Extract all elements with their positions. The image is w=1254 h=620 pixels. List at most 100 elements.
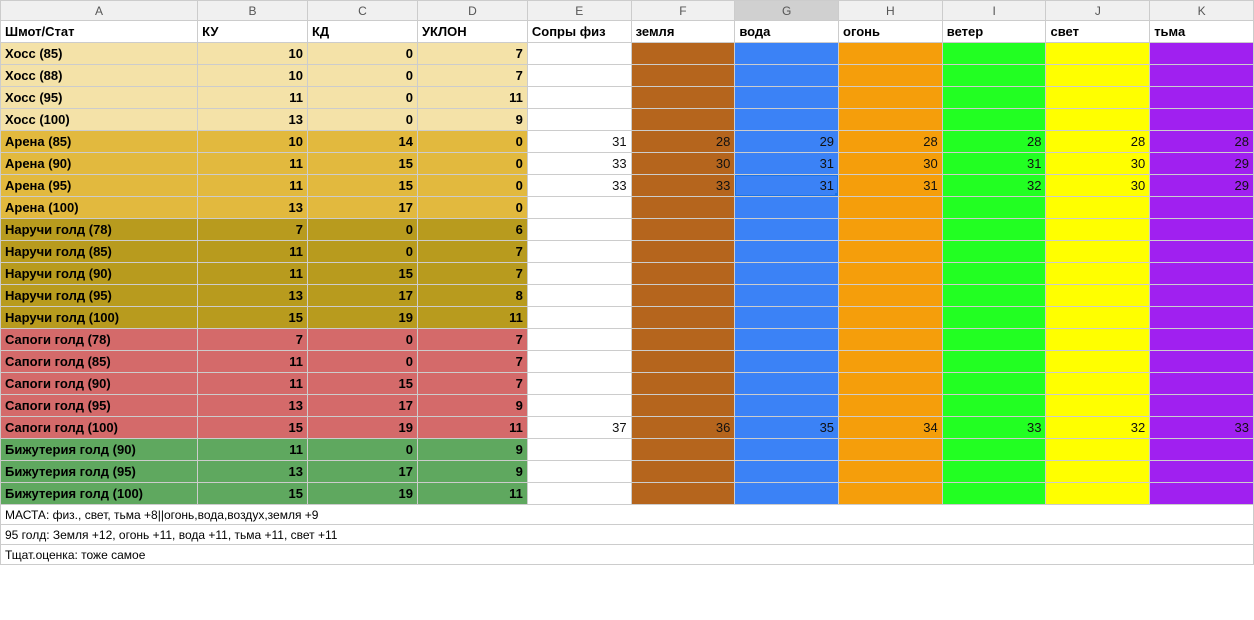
cell-J[interactable]: 30 bbox=[1046, 153, 1150, 175]
cell-E[interactable] bbox=[527, 329, 631, 351]
cell-A[interactable]: Арена (100) bbox=[1, 197, 198, 219]
cell-K[interactable]: 29 bbox=[1150, 153, 1254, 175]
cell-A[interactable]: Хосс (88) bbox=[1, 65, 198, 87]
cell-I[interactable] bbox=[942, 87, 1046, 109]
cell-G[interactable] bbox=[735, 241, 839, 263]
cell-H[interactable] bbox=[839, 461, 943, 483]
cell-I[interactable] bbox=[942, 263, 1046, 285]
cell-F[interactable] bbox=[631, 483, 735, 505]
cell-I[interactable] bbox=[942, 329, 1046, 351]
cell-D[interactable]: 7 bbox=[417, 329, 527, 351]
cell-G[interactable] bbox=[735, 87, 839, 109]
header-phys[interactable]: Сопры физ bbox=[527, 21, 631, 43]
cell-F[interactable] bbox=[631, 87, 735, 109]
cell-I[interactable] bbox=[942, 395, 1046, 417]
cell-F[interactable] bbox=[631, 395, 735, 417]
cell-D[interactable]: 0 bbox=[417, 175, 527, 197]
cell-C[interactable]: 0 bbox=[308, 43, 418, 65]
cell-E[interactable]: 31 bbox=[527, 131, 631, 153]
cell-B[interactable]: 13 bbox=[198, 197, 308, 219]
cell-F[interactable]: 30 bbox=[631, 153, 735, 175]
cell-F[interactable] bbox=[631, 461, 735, 483]
cell-G[interactable] bbox=[735, 373, 839, 395]
cell-F[interactable] bbox=[631, 351, 735, 373]
cell-E[interactable] bbox=[527, 263, 631, 285]
cell-C[interactable]: 19 bbox=[308, 483, 418, 505]
cell-A[interactable]: Наручи голд (95) bbox=[1, 285, 198, 307]
cell-H[interactable] bbox=[839, 285, 943, 307]
col-header-E[interactable]: E bbox=[527, 1, 631, 21]
cell-E[interactable] bbox=[527, 439, 631, 461]
cell-D[interactable]: 7 bbox=[417, 65, 527, 87]
cell-C[interactable]: 0 bbox=[308, 65, 418, 87]
cell-D[interactable]: 11 bbox=[417, 483, 527, 505]
cell-H[interactable] bbox=[839, 197, 943, 219]
cell-E[interactable] bbox=[527, 351, 631, 373]
cell-C[interactable]: 14 bbox=[308, 131, 418, 153]
col-header-C[interactable]: C bbox=[308, 1, 418, 21]
col-header-H[interactable]: H bbox=[839, 1, 943, 21]
cell-G[interactable] bbox=[735, 263, 839, 285]
cell-I[interactable] bbox=[942, 439, 1046, 461]
cell-K[interactable] bbox=[1150, 65, 1254, 87]
header-dark[interactable]: тьма bbox=[1150, 21, 1254, 43]
cell-H[interactable] bbox=[839, 351, 943, 373]
cell-B[interactable]: 15 bbox=[198, 307, 308, 329]
cell-E[interactable] bbox=[527, 307, 631, 329]
cell-E[interactable] bbox=[527, 285, 631, 307]
cell-D[interactable]: 11 bbox=[417, 87, 527, 109]
cell-K[interactable]: 29 bbox=[1150, 175, 1254, 197]
cell-J[interactable] bbox=[1046, 43, 1150, 65]
col-header-J[interactable]: J bbox=[1046, 1, 1150, 21]
cell-D[interactable]: 9 bbox=[417, 461, 527, 483]
cell-A[interactable]: Бижутерия голд (100) bbox=[1, 483, 198, 505]
cell-I[interactable] bbox=[942, 43, 1046, 65]
cell-A[interactable]: Наручи голд (85) bbox=[1, 241, 198, 263]
cell-F[interactable] bbox=[631, 329, 735, 351]
cell-J[interactable] bbox=[1046, 351, 1150, 373]
cell-A[interactable]: Сапоги голд (100) bbox=[1, 417, 198, 439]
note-cell[interactable]: Тщат.оценка: тоже самое bbox=[1, 545, 1254, 565]
cell-H[interactable] bbox=[839, 109, 943, 131]
cell-B[interactable]: 13 bbox=[198, 461, 308, 483]
cell-I[interactable] bbox=[942, 307, 1046, 329]
col-header-B[interactable]: B bbox=[198, 1, 308, 21]
cell-J[interactable] bbox=[1046, 285, 1150, 307]
cell-B[interactable]: 11 bbox=[198, 153, 308, 175]
cell-E[interactable] bbox=[527, 483, 631, 505]
cell-E[interactable] bbox=[527, 461, 631, 483]
cell-G[interactable] bbox=[735, 307, 839, 329]
cell-H[interactable] bbox=[839, 241, 943, 263]
cell-D[interactable]: 6 bbox=[417, 219, 527, 241]
cell-I[interactable]: 31 bbox=[942, 153, 1046, 175]
cell-A[interactable]: Арена (90) bbox=[1, 153, 198, 175]
cell-C[interactable]: 17 bbox=[308, 197, 418, 219]
cell-J[interactable] bbox=[1046, 87, 1150, 109]
col-header-G[interactable]: G bbox=[735, 1, 839, 21]
cell-E[interactable] bbox=[527, 87, 631, 109]
cell-C[interactable]: 19 bbox=[308, 417, 418, 439]
cell-D[interactable]: 7 bbox=[417, 351, 527, 373]
cell-E[interactable] bbox=[527, 373, 631, 395]
cell-K[interactable] bbox=[1150, 43, 1254, 65]
header-shmot[interactable]: Шмот/Стат bbox=[1, 21, 198, 43]
col-header-A[interactable]: A bbox=[1, 1, 198, 21]
cell-G[interactable] bbox=[735, 197, 839, 219]
cell-A[interactable]: Бижутерия голд (95) bbox=[1, 461, 198, 483]
cell-K[interactable] bbox=[1150, 395, 1254, 417]
cell-D[interactable]: 7 bbox=[417, 263, 527, 285]
cell-K[interactable] bbox=[1150, 241, 1254, 263]
cell-H[interactable] bbox=[839, 395, 943, 417]
cell-J[interactable] bbox=[1046, 461, 1150, 483]
cell-J[interactable] bbox=[1046, 241, 1150, 263]
cell-F[interactable] bbox=[631, 439, 735, 461]
cell-I[interactable] bbox=[942, 373, 1046, 395]
cell-J[interactable] bbox=[1046, 65, 1150, 87]
cell-F[interactable] bbox=[631, 307, 735, 329]
col-header-D[interactable]: D bbox=[417, 1, 527, 21]
cell-B[interactable]: 10 bbox=[198, 131, 308, 153]
cell-H[interactable] bbox=[839, 307, 943, 329]
cell-J[interactable] bbox=[1046, 263, 1150, 285]
cell-D[interactable]: 0 bbox=[417, 153, 527, 175]
cell-E[interactable] bbox=[527, 241, 631, 263]
